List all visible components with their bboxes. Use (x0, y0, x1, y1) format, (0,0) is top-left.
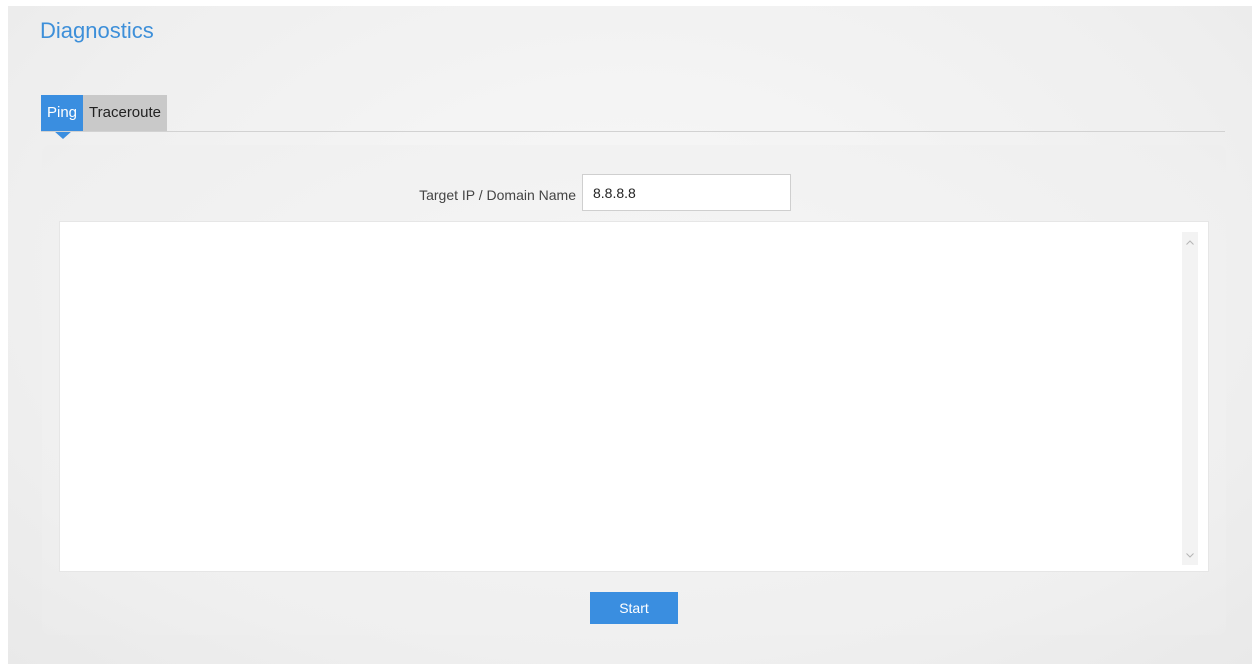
target-label: Target IP / Domain Name (419, 187, 576, 203)
page-title: Diagnostics (40, 18, 154, 43)
tab-bar: Ping Traceroute (41, 95, 168, 139)
tab-ping[interactable]: Ping (41, 95, 84, 139)
start-button[interactable]: Start (590, 592, 678, 624)
output-scrollbar[interactable] (1182, 232, 1198, 565)
tab-traceroute[interactable]: Traceroute (83, 95, 168, 131)
diagnostics-page: Diagnostics Ping Traceroute Target IP / … (8, 6, 1252, 664)
target-input[interactable] (582, 174, 791, 211)
chevron-down-icon[interactable] (1182, 547, 1198, 563)
ping-panel: Target IP / Domain Name Start (42, 145, 1226, 635)
chevron-up-icon[interactable] (1182, 234, 1198, 250)
output-textarea[interactable] (59, 221, 1209, 572)
tab-divider (41, 131, 1225, 132)
